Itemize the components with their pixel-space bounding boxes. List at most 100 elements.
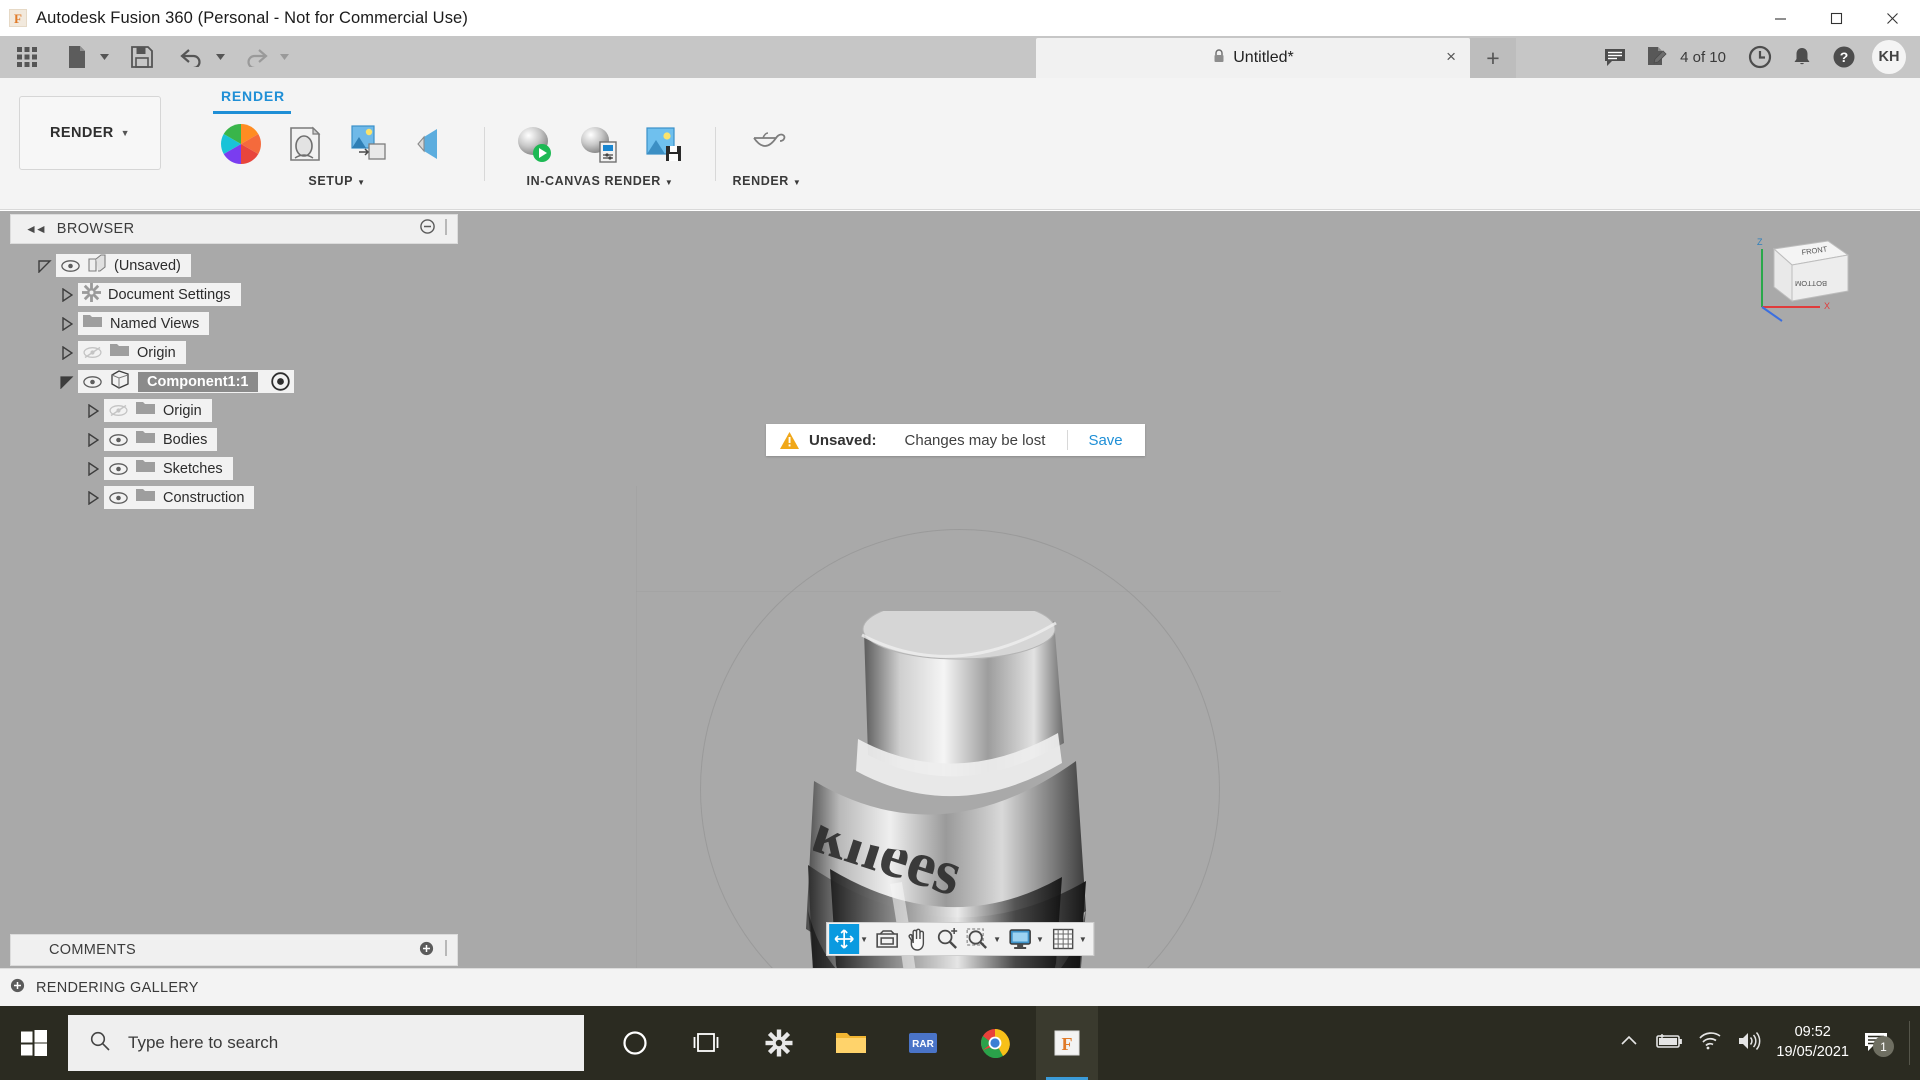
panel-grip-icon[interactable] xyxy=(443,940,449,960)
volume-icon[interactable] xyxy=(1737,1031,1761,1056)
twisty-closed-icon[interactable] xyxy=(82,462,104,476)
twisty-open-icon[interactable] xyxy=(56,375,78,389)
zoom-button[interactable] xyxy=(932,924,962,954)
twisty-closed-icon[interactable] xyxy=(82,433,104,447)
add-comment-icon[interactable] xyxy=(419,941,434,960)
tree-row-document-settings[interactable]: Document Settings xyxy=(10,281,458,308)
grid-snaps-button[interactable] xyxy=(1048,924,1078,954)
close-icon[interactable]: × xyxy=(1446,48,1456,65)
canvas-area[interactable]: Triton knees Unsaved: xyxy=(0,211,1920,1006)
battery-charging-icon[interactable] xyxy=(1653,1032,1683,1055)
search-input[interactable]: Type here to search xyxy=(68,1015,584,1071)
show-desktop-divider[interactable] xyxy=(1909,1021,1910,1065)
comments-icon[interactable] xyxy=(1595,36,1635,78)
visibility-eye-hidden-icon[interactable] xyxy=(82,345,102,361)
in-canvas-render-settings-button[interactable] xyxy=(569,120,631,168)
visibility-eye-icon[interactable] xyxy=(108,490,128,506)
viewcube[interactable]: Z X FRONT BOTTOM xyxy=(1752,229,1872,329)
orbit-dropdown-icon[interactable]: ▼ xyxy=(859,935,872,944)
twisty-closed-icon[interactable] xyxy=(56,288,78,302)
cortana-icon[interactable] xyxy=(604,1006,666,1080)
tree-chip[interactable]: Named Views xyxy=(78,312,209,335)
tree-row-named-views[interactable]: Named Views xyxy=(10,310,458,337)
undo-icon[interactable] xyxy=(174,38,210,76)
maximize-button[interactable] xyxy=(1808,0,1864,36)
fusion360-icon[interactable]: F xyxy=(1036,1006,1098,1080)
new-tab-button[interactable]: + xyxy=(1470,38,1516,78)
in-canvas-render-button[interactable] xyxy=(505,120,567,168)
new-file-dropdown-icon[interactable] xyxy=(96,38,112,76)
bell-icon[interactable] xyxy=(1782,36,1822,78)
scene-settings-button[interactable] xyxy=(274,120,336,168)
document-tab[interactable]: Untitled* × xyxy=(1036,38,1470,78)
task-view-icon[interactable] xyxy=(676,1006,738,1080)
windows-start-icon[interactable] xyxy=(0,1006,68,1080)
app-grid-icon[interactable] xyxy=(8,38,46,76)
display-settings-dropdown-icon[interactable]: ▼ xyxy=(1035,935,1048,944)
avatar[interactable]: KH xyxy=(1872,40,1906,74)
tree-chip[interactable]: Component1:1 xyxy=(78,370,294,393)
tree-chip[interactable]: Document Settings xyxy=(78,283,241,306)
minimize-panel-icon[interactable] xyxy=(420,219,435,239)
rendering-gallery-bar[interactable]: RENDERING GALLERY xyxy=(0,968,1920,1006)
tree-row-construction[interactable]: Construction xyxy=(10,484,458,511)
workspace-selector[interactable]: RENDER ▼ xyxy=(19,96,161,170)
pan-button[interactable] xyxy=(902,924,932,954)
activate-component-icon[interactable] xyxy=(271,372,290,391)
visibility-eye-icon[interactable] xyxy=(60,258,80,274)
tree-chip[interactable]: Sketches xyxy=(104,457,233,480)
tree-row-origin[interactable]: Origin xyxy=(10,339,458,366)
clock-icon[interactable] xyxy=(1740,36,1780,78)
visibility-eye-icon[interactable] xyxy=(82,374,102,390)
file-explorer-icon[interactable] xyxy=(820,1006,882,1080)
look-at-button[interactable] xyxy=(872,924,902,954)
panel-grip-icon[interactable] xyxy=(443,219,449,240)
redo-dropdown-icon[interactable] xyxy=(276,38,292,76)
zoom-window-dropdown-icon[interactable]: ▼ xyxy=(992,935,1005,944)
tree-row-sketches[interactable]: Sketches xyxy=(10,455,458,482)
twisty-closed-icon[interactable] xyxy=(56,346,78,360)
chrome-icon[interactable] xyxy=(964,1006,1026,1080)
wifi-icon[interactable] xyxy=(1698,1032,1722,1055)
save-icon[interactable] xyxy=(122,38,162,76)
decal-button[interactable] xyxy=(402,120,464,168)
winrar-icon[interactable]: RAR xyxy=(892,1006,954,1080)
twisty-closed-icon[interactable] xyxy=(82,491,104,505)
visibility-eye-icon[interactable] xyxy=(108,461,128,477)
job-status-icon[interactable] xyxy=(1637,36,1677,78)
comments-bar[interactable]: COMMENTS xyxy=(10,934,458,966)
visibility-eye-icon[interactable] xyxy=(108,432,128,448)
appearance-button[interactable] xyxy=(210,120,272,168)
close-button[interactable] xyxy=(1864,0,1920,36)
minimize-button[interactable] xyxy=(1752,0,1808,36)
tab-render[interactable]: RENDER xyxy=(213,88,293,109)
tree-chip[interactable]: Construction xyxy=(104,486,254,509)
new-file-icon[interactable] xyxy=(60,38,94,76)
grid-snaps-dropdown-icon[interactable]: ▼ xyxy=(1078,935,1091,944)
settings-icon[interactable] xyxy=(748,1006,810,1080)
taskbar-clock[interactable]: 09:52 19/05/2021 xyxy=(1776,1023,1849,1062)
tree-chip[interactable]: Origin xyxy=(78,341,186,364)
tree-chip[interactable]: Bodies xyxy=(104,428,217,451)
tree-chip[interactable]: (Unsaved) xyxy=(56,254,191,277)
tree-row-unsaved[interactable]: (Unsaved) xyxy=(10,252,458,279)
expand-icon[interactable] xyxy=(10,978,25,997)
zoom-window-button[interactable] xyxy=(962,924,992,954)
capture-image-button[interactable] xyxy=(633,120,695,168)
twisty-closed-icon[interactable] xyxy=(56,317,78,331)
texture-map-controls-button[interactable] xyxy=(338,120,400,168)
show-hidden-icons-icon[interactable] xyxy=(1620,1034,1638,1053)
render-button[interactable] xyxy=(736,120,798,168)
action-center-icon[interactable]: 1 xyxy=(1864,1032,1888,1054)
undo-dropdown-icon[interactable] xyxy=(212,38,228,76)
tree-row-component1[interactable]: Component1:1 xyxy=(10,368,458,395)
display-settings-button[interactable] xyxy=(1005,924,1035,954)
visibility-eye-hidden-icon[interactable] xyxy=(108,403,128,419)
redo-icon[interactable] xyxy=(238,38,274,76)
help-icon[interactable]: ? xyxy=(1824,36,1864,78)
collapse-left-icon[interactable]: ◄◄ xyxy=(25,222,45,236)
orbit-button[interactable] xyxy=(829,924,859,954)
twisty-closed-icon[interactable] xyxy=(82,404,104,418)
save-link[interactable]: Save xyxy=(1088,432,1122,449)
tree-row-component-origin[interactable]: Origin xyxy=(10,397,458,424)
